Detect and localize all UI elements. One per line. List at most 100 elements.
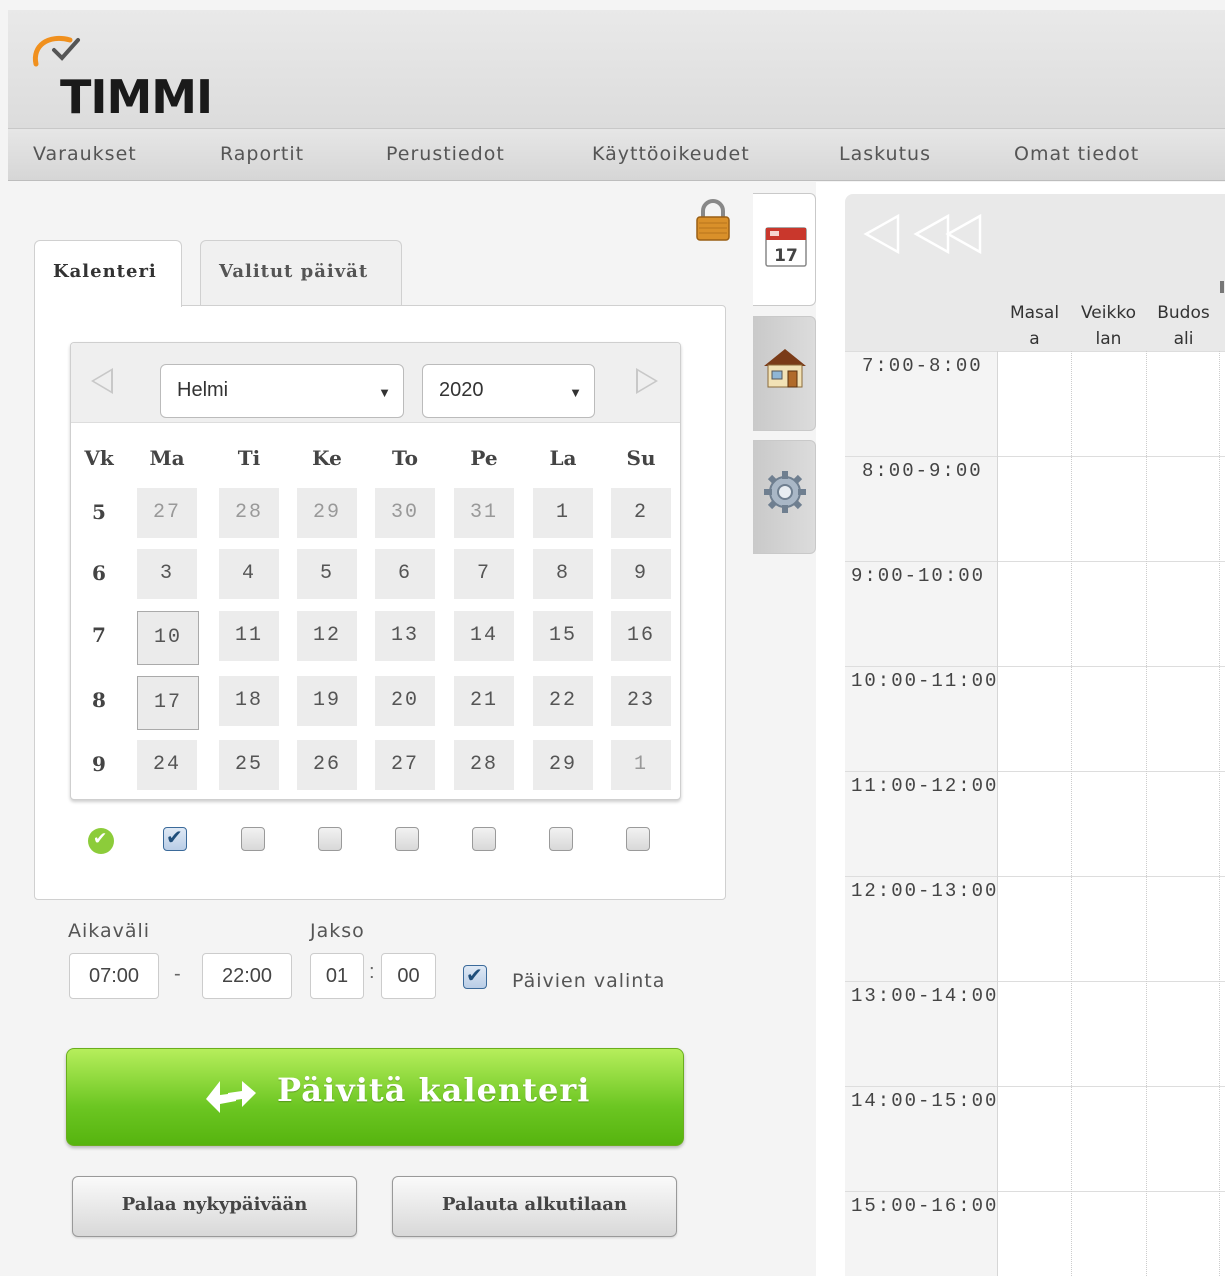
weekday-header: Su bbox=[626, 446, 656, 470]
calendar-day[interactable]: 9 bbox=[611, 549, 671, 599]
schedule-cell[interactable] bbox=[1147, 1087, 1220, 1191]
calendar-day[interactable]: 11 bbox=[219, 611, 279, 661]
nav-item-laskutus[interactable]: Laskutus bbox=[839, 143, 931, 165]
schedule-cell[interactable] bbox=[1072, 982, 1145, 1086]
weekday-checkbox[interactable] bbox=[549, 827, 573, 851]
schedule-cell[interactable] bbox=[998, 1192, 1071, 1276]
schedule-cell[interactable] bbox=[1072, 352, 1145, 456]
calendar-day[interactable]: 5 bbox=[297, 549, 357, 599]
nav-item-kayttooikeudet[interactable]: Käyttöoikeudet bbox=[592, 143, 750, 165]
calendar-day[interactable]: 27 bbox=[137, 488, 197, 538]
calendar-day[interactable]: 20 bbox=[375, 676, 435, 726]
schedule-cell[interactable] bbox=[1072, 562, 1145, 666]
calendar-day[interactable]: 31 bbox=[454, 488, 514, 538]
side-tab-calendar[interactable]: 17 bbox=[753, 193, 816, 306]
schedule-cell[interactable] bbox=[1147, 982, 1220, 1086]
lock-icon[interactable] bbox=[694, 198, 732, 242]
calendar-day[interactable]: 25 bbox=[219, 740, 279, 790]
schedule-cell[interactable] bbox=[998, 457, 1071, 561]
select-all-check-icon[interactable] bbox=[88, 828, 114, 854]
calendar-day[interactable]: 30 bbox=[375, 488, 435, 538]
calendar-day[interactable]: 21 bbox=[454, 676, 514, 726]
calendar-day[interactable]: 18 bbox=[219, 676, 279, 726]
year-select[interactable]: 2020 ▼ bbox=[422, 364, 595, 418]
nav-item-perustiedot[interactable]: Perustiedot bbox=[386, 143, 505, 165]
week-number: 6 bbox=[92, 561, 106, 585]
schedule-cell[interactable] bbox=[1147, 877, 1220, 981]
schedule-cell[interactable] bbox=[998, 1087, 1071, 1191]
schedule-cell[interactable] bbox=[1072, 667, 1145, 771]
schedule-cell[interactable] bbox=[998, 667, 1071, 771]
schedule-cell[interactable] bbox=[998, 562, 1071, 666]
calendar-day[interactable]: 6 bbox=[375, 549, 435, 599]
weekday-checkbox[interactable] bbox=[395, 827, 419, 851]
calendar-day[interactable]: 1 bbox=[533, 488, 593, 538]
calendar-day[interactable]: 23 bbox=[611, 676, 671, 726]
month-select[interactable]: Helmi ▼ bbox=[160, 364, 404, 418]
nav-item-raportit[interactable]: Raportit bbox=[220, 143, 304, 165]
reset-button[interactable]: Palauta alkutilaan bbox=[392, 1176, 677, 1237]
start-time-field[interactable]: 07:00 bbox=[69, 953, 159, 999]
schedule-cell[interactable] bbox=[998, 772, 1071, 876]
calendar-day[interactable]: 4 bbox=[219, 549, 279, 599]
week-number: 5 bbox=[92, 500, 106, 524]
schedule-cell[interactable] bbox=[998, 352, 1071, 456]
calendar-day[interactable]: 27 bbox=[375, 740, 435, 790]
update-calendar-button[interactable]: Päivitä kalenteri bbox=[66, 1048, 684, 1146]
schedule-cell[interactable] bbox=[1147, 457, 1220, 561]
nav-item-omat-tiedot[interactable]: Omat tiedot bbox=[1014, 143, 1139, 165]
calendar-day[interactable]: 19 bbox=[297, 676, 357, 726]
side-tab-settings[interactable] bbox=[753, 440, 816, 554]
schedule-cell[interactable] bbox=[1147, 1192, 1220, 1276]
calendar-day[interactable]: 22 bbox=[533, 676, 593, 726]
resource-column-header: Veikko lan bbox=[1071, 300, 1146, 352]
day-selection-checkbox[interactable] bbox=[463, 963, 487, 989]
tab-valitut-paivat[interactable]: Valitut päivät bbox=[200, 240, 402, 306]
calendar-day[interactable]: 28 bbox=[454, 740, 514, 790]
calendar-day[interactable]: 2 bbox=[611, 488, 671, 538]
calendar-day[interactable]: 15 bbox=[533, 611, 593, 661]
schedule-cell[interactable] bbox=[1147, 562, 1220, 666]
calendar-day[interactable]: 24 bbox=[137, 740, 197, 790]
period-minutes-field[interactable]: 00 bbox=[381, 953, 436, 999]
calendar-day[interactable]: 3 bbox=[137, 549, 197, 599]
schedule-cell[interactable] bbox=[1072, 1192, 1145, 1276]
weekday-checkbox[interactable] bbox=[163, 825, 187, 851]
weekday-checkbox[interactable] bbox=[472, 827, 496, 851]
end-time-field[interactable]: 22:00 bbox=[202, 953, 292, 999]
schedule-cell[interactable] bbox=[1072, 772, 1145, 876]
timmi-logo[interactable]: TIMMI bbox=[30, 30, 230, 124]
weekday-checkbox[interactable] bbox=[241, 827, 265, 851]
period-hours-field[interactable]: 01 bbox=[310, 953, 364, 999]
schedule-cell[interactable] bbox=[1147, 772, 1220, 876]
calendar-day[interactable]: 1 bbox=[611, 740, 671, 790]
calendar-day[interactable]: 16 bbox=[611, 611, 671, 661]
prev-month-arrow-icon[interactable] bbox=[91, 368, 113, 394]
calendar-day[interactable]: 28 bbox=[219, 488, 279, 538]
tab-kalenteri[interactable]: Kalenteri bbox=[34, 240, 182, 307]
calendar-day[interactable]: 14 bbox=[454, 611, 514, 661]
schedule-prev-arrows-icon[interactable] bbox=[862, 212, 984, 256]
weekday-checkbox[interactable] bbox=[626, 827, 650, 851]
schedule-cell[interactable] bbox=[1072, 457, 1145, 561]
return-to-today-button[interactable]: Palaa nykypäivään bbox=[72, 1176, 357, 1237]
calendar-day[interactable]: 26 bbox=[297, 740, 357, 790]
schedule-cell[interactable] bbox=[998, 982, 1071, 1086]
calendar-day[interactable]: 17 bbox=[137, 676, 199, 730]
schedule-cell[interactable] bbox=[998, 877, 1071, 981]
side-tab-home[interactable] bbox=[753, 316, 816, 431]
calendar-day[interactable]: 29 bbox=[533, 740, 593, 790]
calendar-day[interactable]: 29 bbox=[297, 488, 357, 538]
calendar-day[interactable]: 7 bbox=[454, 549, 514, 599]
schedule-cell[interactable] bbox=[1072, 1087, 1145, 1191]
calendar-day[interactable]: 12 bbox=[297, 611, 357, 661]
calendar-day[interactable]: 13 bbox=[375, 611, 435, 661]
schedule-cell[interactable] bbox=[1147, 352, 1220, 456]
nav-item-varaukset[interactable]: Varaukset bbox=[33, 143, 137, 165]
next-month-arrow-icon[interactable] bbox=[636, 368, 658, 394]
schedule-cell[interactable] bbox=[1072, 877, 1145, 981]
schedule-cell[interactable] bbox=[1147, 667, 1220, 771]
calendar-day[interactable]: 8 bbox=[533, 549, 593, 599]
weekday-checkbox[interactable] bbox=[318, 827, 342, 851]
calendar-day[interactable]: 10 bbox=[137, 611, 199, 665]
